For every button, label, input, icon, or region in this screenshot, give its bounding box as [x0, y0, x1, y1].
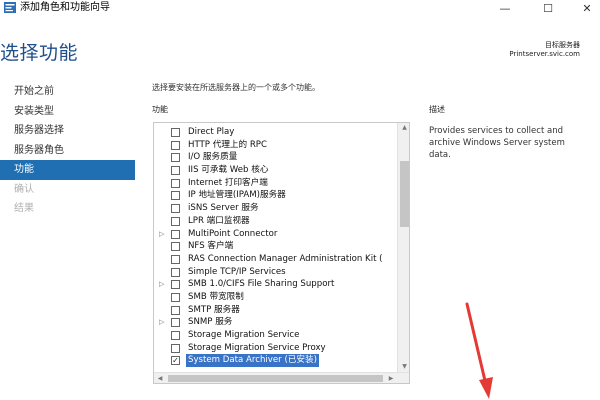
app-icon: [4, 2, 16, 13]
feature-label: SMB 1.0/CIFS File Sharing Support: [188, 279, 335, 290]
feature-checkbox[interactable]: [171, 331, 180, 340]
expand-arrow-icon[interactable]: ▷: [159, 316, 167, 329]
wizard-nav: 开始之前 安装类型 服务器选择 服务器角色 功能 确认 结果: [0, 82, 135, 219]
feature-label: Storage Migration Service: [188, 330, 300, 340]
feature-row[interactable]: Storage Migration Service Proxy: [154, 342, 397, 355]
feature-checkbox[interactable]: [171, 343, 180, 353]
feature-row[interactable]: ▷ SMB 1.0/CIFS File Sharing Support: [154, 278, 397, 291]
description-text: Provides services to collect and archive…: [429, 126, 565, 160]
features-heading: 功能: [152, 105, 168, 114]
feature-label: LPR 端口监视器: [188, 215, 250, 226]
feature-label: Internet 打印客户端: [188, 177, 268, 188]
nav-item-results: 结果: [14, 203, 34, 214]
feature-label: IIS 可承载 Web 核心: [188, 165, 269, 176]
feature-label: SNMP 服务: [188, 317, 233, 328]
feature-label: Storage Migration Service Proxy: [188, 342, 326, 353]
feature-checkbox[interactable]: [171, 204, 180, 214]
feature-checkbox[interactable]: [171, 216, 180, 226]
horizontal-scrollbar[interactable]: ◀ ▶: [154, 372, 409, 383]
feature-row[interactable]: iSNS Server 服务: [154, 202, 397, 215]
scroll-up-arrow-icon[interactable]: ▲: [398, 123, 409, 133]
nav-item-features[interactable]: 功能: [0, 160, 135, 180]
feature-checkbox[interactable]: [171, 280, 180, 290]
feature-row[interactable]: IIS 可承载 Web 核心: [154, 164, 397, 177]
close-button[interactable]: ✕: [572, 0, 600, 17]
annotation-arrow-icon: [465, 302, 493, 399]
title-bar: 添加角色和功能向导 — ☐ ✕: [0, 0, 600, 17]
nav-item-before-you-begin[interactable]: 开始之前: [0, 82, 135, 102]
minimize-button[interactable]: —: [490, 0, 520, 17]
nav-item-server-selection[interactable]: 服务器选择: [0, 121, 135, 141]
feature-checkbox[interactable]: ✓: [171, 356, 180, 366]
feature-row[interactable]: Storage Migration Service: [154, 329, 397, 342]
nav-item-server-roles[interactable]: 服务器角色: [0, 141, 135, 161]
nav-item-installation-type[interactable]: 安装类型: [0, 102, 135, 122]
page-title: 选择功能: [0, 42, 79, 64]
feature-row[interactable]: LPR 端口监视器: [154, 215, 397, 228]
expand-arrow-icon[interactable]: ▷: [159, 228, 167, 241]
feature-row[interactable]: NFS 客户端: [154, 240, 397, 253]
feature-label: IP 地址管理(IPAM)服务器: [188, 190, 286, 201]
feature-label: NFS 客户端: [188, 241, 234, 252]
feature-checkbox[interactable]: [171, 242, 180, 252]
feature-row[interactable]: SMTP 服务器: [154, 304, 397, 317]
feature-label: iSNS Server 服务: [188, 203, 259, 214]
feature-row[interactable]: I/O 服务质量: [154, 151, 397, 164]
feature-label: I/O 服务质量: [188, 152, 238, 163]
feature-checkbox[interactable]: [171, 292, 180, 302]
features-list[interactable]: Direct Play HTTP 代理上的 RPC I/O 服务质量 IIS 可承载 …: [153, 122, 410, 384]
feature-label: Simple TCP/IP Services: [188, 266, 286, 277]
feature-checkbox[interactable]: [171, 305, 180, 315]
feature-row[interactable]: ▷ SNMP 服务: [154, 316, 397, 329]
target-server-label: 目标服务器: [545, 41, 580, 49]
feature-row[interactable]: RAS Connection Manager Administration Ki…: [154, 253, 397, 266]
feature-row[interactable]: SMB 带宽限制: [154, 291, 397, 304]
scroll-left-arrow-icon[interactable]: ◀: [154, 373, 166, 383]
expand-arrow-icon[interactable]: ▷: [159, 278, 167, 291]
instruction-text: 选择要安装在所选服务器上的一个或多个功能。: [152, 83, 320, 92]
features-tree: Direct Play HTTP 代理上的 RPC I/O 服务质量 IIS 可承载 …: [154, 126, 397, 368]
scroll-down-arrow-icon[interactable]: ▼: [398, 362, 409, 372]
feature-checkbox[interactable]: [171, 128, 180, 137]
feature-label: HTTP 代理上的 RPC: [188, 139, 267, 150]
feature-row[interactable]: ▷ MultiPoint Connector: [154, 228, 397, 241]
feature-row[interactable]: Internet 打印客户端: [154, 177, 397, 190]
feature-label: MultiPoint Connector: [188, 228, 278, 239]
feature-checkbox[interactable]: [171, 191, 180, 201]
window-title: 添加角色和功能向导: [20, 2, 110, 13]
feature-checkbox[interactable]: [171, 166, 180, 176]
feature-row[interactable]: IP 地址管理(IPAM)服务器: [154, 189, 397, 202]
feature-label: SMB 带宽限制: [188, 291, 244, 302]
feature-row[interactable]: ✓ System Data Archiver (已安装): [154, 354, 397, 368]
maximize-button[interactable]: ☐: [533, 0, 563, 17]
feature-label: RAS Connection Manager Administration Ki…: [188, 253, 383, 264]
feature-checkbox[interactable]: [171, 153, 180, 163]
feature-label: SMTP 服务器: [188, 304, 240, 315]
feature-label: System Data Archiver (已安装): [186, 354, 319, 368]
target-server-value: Printserver.svic.com: [509, 50, 580, 58]
vertical-scrollbar[interactable]: ▲ ▼: [397, 123, 409, 372]
feature-checkbox[interactable]: [171, 140, 180, 150]
feature-checkbox[interactable]: [171, 318, 180, 328]
feature-row[interactable]: HTTP 代理上的 RPC: [154, 139, 397, 152]
feature-row[interactable]: Direct Play: [154, 126, 397, 139]
vertical-scroll-thumb[interactable]: [400, 161, 409, 227]
description-heading: 描述: [429, 105, 445, 114]
feature-checkbox[interactable]: [171, 229, 180, 239]
scroll-right-arrow-icon[interactable]: ▶: [385, 373, 397, 383]
feature-row[interactable]: Simple TCP/IP Services: [154, 266, 397, 279]
feature-label: Direct Play: [188, 127, 235, 137]
nav-item-confirmation: 确认: [14, 183, 34, 195]
feature-checkbox[interactable]: [171, 267, 180, 277]
feature-checkbox[interactable]: [171, 254, 180, 264]
horizontal-scroll-thumb[interactable]: [168, 375, 383, 382]
feature-checkbox[interactable]: [171, 178, 180, 188]
